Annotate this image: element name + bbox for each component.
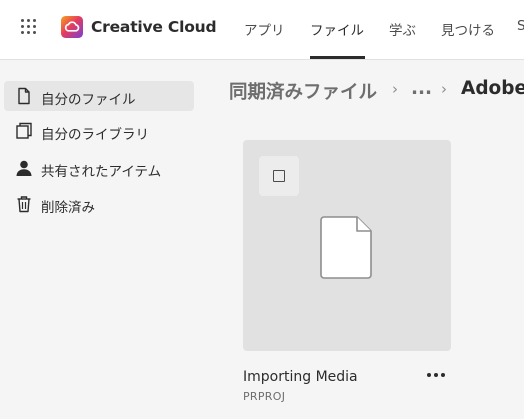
sidebar-item-label: 自分のライブラリ: [41, 127, 149, 143]
active-tab-indicator: [310, 56, 365, 59]
top-header: Creative Cloud アプリ ファイル 学ぶ 見つける S: [0, 0, 524, 60]
more-options-button[interactable]: [423, 366, 449, 382]
file-name[interactable]: Importing Media: [243, 369, 358, 385]
sidebar-item-my-libraries[interactable]: 自分のライブラリ: [4, 116, 194, 146]
file-icon: [18, 87, 30, 105]
breadcrumb-ellipsis[interactable]: ...: [411, 78, 432, 99]
select-checkbox[interactable]: [259, 156, 299, 196]
tab-learn[interactable]: 学ぶ: [389, 19, 416, 39]
file-card[interactable]: [243, 140, 451, 351]
tab-files[interactable]: ファイル: [310, 19, 364, 39]
more-dot: [434, 373, 438, 377]
breadcrumb-current: Adobe: [461, 78, 524, 99]
document-icon: [320, 216, 372, 279]
checkbox-icon: [273, 170, 285, 182]
person-icon: [16, 160, 32, 176]
sidebar-item-label: 自分のファイル: [41, 92, 136, 108]
sidebar-item-my-files[interactable]: 自分のファイル: [4, 81, 194, 111]
tab-apps[interactable]: アプリ: [244, 19, 285, 39]
breadcrumb-separator: ›: [441, 80, 447, 98]
creative-cloud-logo: [61, 16, 83, 38]
brand-name: Creative Cloud: [91, 18, 217, 36]
breadcrumb-separator: ›: [392, 80, 398, 98]
breadcrumb-synced-files[interactable]: 同期済みファイル: [229, 78, 377, 104]
more-dot: [427, 373, 431, 377]
file-type: PRPROJ: [243, 390, 286, 403]
sidebar-item-label: 削除済み: [41, 200, 95, 216]
trash-icon: [17, 196, 31, 213]
sidebar-item-deleted[interactable]: 削除済み: [4, 189, 194, 219]
library-icon: [16, 122, 32, 139]
app-switcher-icon[interactable]: [21, 19, 37, 35]
sidebar-item-label: 共有されたアイテム: [41, 164, 162, 180]
more-dot: [441, 373, 445, 377]
sidebar-item-shared[interactable]: 共有されたアイテム: [4, 153, 194, 183]
search-field-fragment[interactable]: S: [517, 18, 524, 34]
tab-discover[interactable]: 見つける: [441, 19, 495, 39]
